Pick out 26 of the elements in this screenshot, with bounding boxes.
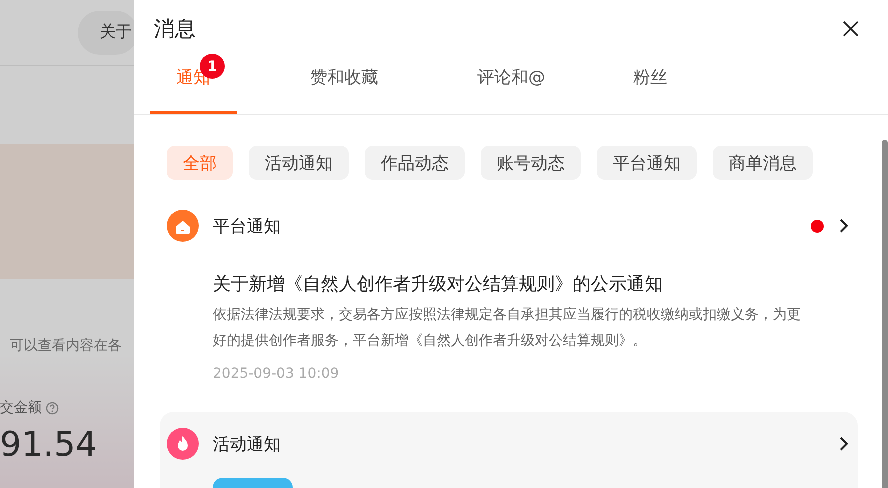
- filter-chip[interactable]: 作品动态: [365, 146, 465, 180]
- filter-chip[interactable]: 活动通知: [249, 146, 349, 180]
- notification-body: 依据法律法规要求，交易各方应按照法律规定各自承担其应当履行的税收缴纳或扣缴义务，为更好的提供创作者服务，平台新增《自然人创作者升级对公结算规则》。: [213, 306, 802, 351]
- notification-title: 关于新增《自然人创作者升级对公结算规则》的公示通知: [213, 273, 664, 296]
- chevron-right-icon[interactable]: [838, 218, 850, 234]
- metric-value: 91.54: [0, 425, 98, 465]
- filter-chip[interactable]: 账号动态: [481, 146, 581, 180]
- about-button[interactable]: 关于: [78, 10, 134, 54]
- scrollbar[interactable]: [882, 140, 888, 488]
- tab[interactable]: 赞和收藏: [301, 66, 388, 114]
- filter-chip[interactable]: 平台通知: [597, 146, 697, 180]
- category-title: 活动通知: [213, 434, 282, 456]
- tab[interactable]: 评论和@: [468, 66, 555, 114]
- panel-title: 消息: [154, 16, 196, 43]
- help-icon[interactable]: [46, 402, 59, 414]
- metric-label: 交金额: [0, 399, 42, 417]
- category-title: 平台通知: [213, 216, 282, 238]
- notification-card[interactable]: 活动通知: [160, 412, 858, 488]
- flame-icon: [167, 428, 199, 460]
- notification-card[interactable]: 平台通知 关于新增《自然人创作者升级对公结算规则》的公示通知 依据法律法规要求，交易各方应按照法律规定各自承担其应当履行的税收缴纳或扣缴义务，为更好的提供创作者服务，平台新增《自然人创作者升级对公结算规则》。 2025-09-03 10:09: [160, 194, 858, 398]
- tab[interactable]: 粉丝: [607, 66, 694, 114]
- chevron-right-icon[interactable]: [838, 436, 850, 452]
- house-icon: [167, 210, 199, 242]
- timestamp: 2025-09-03 10:09: [213, 366, 340, 382]
- hint-text: 可以查看内容在各: [10, 337, 123, 355]
- filter-chip[interactable]: 商单消息: [713, 146, 813, 180]
